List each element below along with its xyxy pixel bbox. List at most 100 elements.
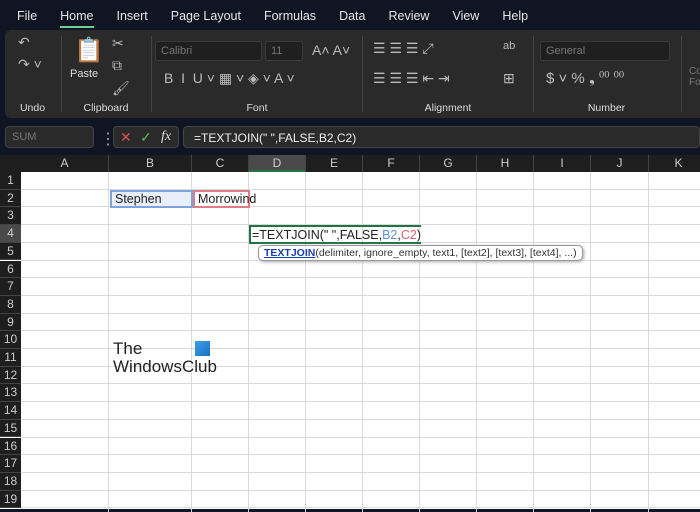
column-header-E[interactable]: E (306, 155, 363, 172)
gridline (648, 172, 649, 512)
enter-icon[interactable]: ✓ (140, 129, 152, 146)
gridline (305, 172, 306, 512)
font-group: Calibri 11 A˄ A˅ B I U ˅ ▦ ˅ ◈ ˅ A ˅ Fon… (152, 30, 362, 118)
gridline (21, 454, 700, 456)
row-header-4[interactable]: 4 (0, 225, 21, 243)
undo-icon[interactable]: ↶ (18, 34, 30, 51)
gridline (21, 489, 700, 491)
column-header-K[interactable]: K (649, 155, 700, 172)
redo-icon[interactable]: ↷ ˅ (18, 56, 42, 73)
gridline (419, 172, 420, 512)
menu-review[interactable]: Review (388, 9, 429, 23)
gridline (248, 172, 249, 512)
column-header-A[interactable]: A (21, 155, 109, 172)
paste-button[interactable]: Paste (70, 68, 98, 80)
row-header-8[interactable]: 8 (0, 295, 21, 314)
windows-logo-icon (195, 341, 210, 356)
menu-insert[interactable]: Insert (117, 9, 148, 23)
cell-D4-editing[interactable]: =TEXTJOIN(" ",FALSE,B2,C2) (249, 225, 422, 244)
menu-file[interactable]: File (17, 9, 37, 23)
menu-home[interactable]: Home (60, 9, 94, 28)
row-header-10[interactable]: 10 (0, 331, 21, 349)
vertical-align-icons[interactable]: ☰ ☰ ☰ ⤢ (373, 40, 434, 57)
row-header-2[interactable]: 2 (0, 189, 21, 208)
gridline (590, 172, 591, 512)
font-size-combo[interactable]: 11 (265, 41, 303, 61)
row-header-19[interactable]: 19 (0, 490, 21, 509)
formula-buttons: ✕ ✓ fx (113, 126, 179, 148)
gridline (21, 277, 700, 279)
function-link[interactable]: TEXTJOIN (264, 247, 315, 259)
merge-icon[interactable]: ⊞ (503, 70, 515, 87)
format-icons[interactable]: B I U ˅ ▦ ˅ ◈ ˅ A ˅ (164, 70, 295, 87)
gridline (21, 383, 700, 385)
wrap-text-icon[interactable]: ab (503, 40, 515, 52)
gridline (21, 471, 700, 473)
column-header-J[interactable]: J (591, 155, 649, 172)
menu-data[interactable]: Data (339, 9, 365, 23)
gridline (21, 436, 700, 438)
ref-b2: B2 (382, 228, 398, 242)
font-name-combo[interactable]: Calibri (155, 41, 262, 61)
row-header-15[interactable]: 15 (0, 419, 21, 438)
menu-bar: File Home Insert Page Layout Formulas Data Rev… (0, 0, 700, 32)
gridline (533, 172, 534, 512)
cancel-icon[interactable]: ✕ (120, 129, 132, 146)
function-tooltip: TEXTJOIN(delimiter, ignore_empty, text1,… (258, 245, 583, 261)
watermark-logo: The WindowsClub (113, 339, 217, 376)
column-header-H[interactable]: H (477, 155, 534, 172)
cut-icon[interactable]: ✂ (112, 35, 124, 52)
menu-view[interactable]: View (452, 9, 479, 23)
menu-page-layout[interactable]: Page Layout (171, 9, 241, 23)
number-format-icons[interactable]: $ ˅ % ❟ ⁰⁰ ⁰⁰ (546, 70, 624, 87)
row-header-13[interactable]: 13 (0, 384, 21, 403)
format-painter-icon[interactable]: 🖌 (112, 80, 130, 97)
column-header-G[interactable]: G (420, 155, 477, 172)
name-box[interactable]: SUM (5, 126, 94, 148)
select-all-button[interactable] (0, 155, 21, 172)
gridline (21, 330, 700, 332)
function-args: (delimiter, ignore_empty, text1, [text2]… (315, 247, 577, 259)
gridline (21, 418, 700, 420)
column-header-D[interactable]: D (249, 155, 306, 172)
column-header-B[interactable]: B (109, 155, 192, 172)
cell-B2[interactable]: Stephen (110, 190, 193, 208)
row-header-16[interactable]: 16 (0, 437, 21, 456)
gridline (21, 294, 700, 296)
menu-formulas[interactable]: Formulas (264, 9, 316, 23)
spreadsheet-grid[interactable]: KJIHGFEDCBA Stephen Morrowind =TEXTJOIN(… (0, 155, 700, 512)
horizontal-align-icons[interactable]: ☰ ☰ ☰ ⇤ ⇥ (373, 70, 450, 87)
insert-function-icon[interactable]: fx (161, 129, 171, 145)
cell-C2[interactable]: Morrowind (193, 190, 256, 208)
column-header-C[interactable]: C (192, 155, 249, 172)
row-header-1[interactable]: 1 (0, 172, 21, 190)
row-header-7[interactable]: 7 (0, 278, 21, 296)
copy-icon[interactable]: ⧉ (112, 57, 122, 74)
column-header-F[interactable]: F (363, 155, 420, 172)
number-format-combo[interactable]: General (540, 41, 670, 61)
menu-help[interactable]: Help (502, 9, 528, 23)
undo-group-label: Undo (19, 102, 46, 114)
gridline (21, 507, 700, 509)
increase-font-icon[interactable]: A˄ A˅ (312, 42, 350, 58)
row-header-3[interactable]: 3 (0, 207, 21, 226)
undo-group: ↶ ↷ ˅ Undo (5, 30, 60, 118)
row-header-17[interactable]: 17 (0, 455, 21, 473)
row-header-14[interactable]: 14 (0, 402, 21, 420)
row-header-5[interactable]: 5 (0, 242, 21, 261)
conditional-formatting-partial[interactable]: Co Fo (689, 66, 700, 88)
paste-icon[interactable]: 📋 (74, 36, 104, 65)
ref-c2: C2 (400, 228, 417, 242)
row-header-12[interactable]: 12 (0, 366, 21, 385)
row-header-18[interactable]: 18 (0, 472, 21, 491)
row-header-9[interactable]: 9 (0, 313, 21, 332)
ribbon: ↶ ↷ ˅ Undo 📋 Paste ✂ ⧉ 🖌 Clipboard Calib… (5, 30, 700, 118)
column-header-I[interactable]: I (534, 155, 591, 172)
row-header-11[interactable]: 11 (0, 349, 21, 367)
number-group: General $ ˅ % ❟ ⁰⁰ ⁰⁰ Number (534, 30, 679, 118)
row-header-6[interactable]: 6 (0, 260, 21, 279)
formula-input[interactable]: =TEXTJOIN(" ",FALSE,B2,C2) (183, 126, 700, 148)
gridline (108, 172, 109, 512)
number-group-label: Number (587, 102, 626, 114)
gridline (21, 312, 700, 314)
